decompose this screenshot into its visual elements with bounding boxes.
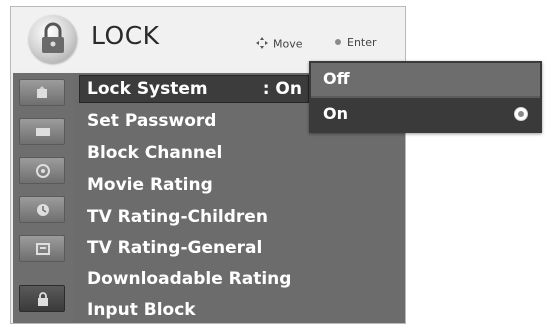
menu-item-input-block[interactable]: Input Block — [87, 300, 196, 320]
lock-category-button[interactable] — [19, 285, 65, 312]
lock-system-label: Lock System — [87, 79, 208, 99]
option-on[interactable]: On — [311, 98, 540, 131]
menu-item-block-channel[interactable]: Block Channel — [87, 143, 222, 163]
menu-item-set-password[interactable]: Set Password — [87, 111, 216, 131]
screen-icon — [36, 128, 50, 136]
lock-system-options-popup: Off On — [309, 61, 542, 133]
selected-radio-icon — [514, 107, 528, 121]
menu-item-lock-system[interactable]: Lock System : On — [79, 75, 309, 103]
menu-item-downloadable-rating[interactable]: Downloadable Rating — [87, 269, 291, 289]
category-sidebar — [13, 73, 73, 323]
option-icon — [36, 243, 50, 255]
time-category-button[interactable] — [19, 196, 65, 223]
time-icon — [37, 204, 49, 216]
enter-dot-icon — [333, 37, 343, 50]
move-hint-label: Move — [273, 37, 303, 51]
lock-menu-panel: LOCK Move Enter Lock System: On Set Pas… — [10, 6, 406, 324]
option-on-label: On — [323, 104, 348, 123]
menu-item-movie-rating[interactable]: Movie Rating — [87, 175, 213, 195]
picture-category-button[interactable] — [19, 79, 65, 106]
lock-emblem-icon — [29, 15, 77, 63]
screen-category-button[interactable] — [19, 118, 65, 145]
audio-icon — [36, 164, 50, 178]
page-title: LOCK — [91, 21, 160, 50]
move-arrows-icon — [255, 36, 269, 53]
move-hint: Move — [255, 36, 303, 53]
picture-icon — [37, 86, 47, 98]
audio-category-button[interactable] — [19, 157, 65, 184]
option-off-label: Off — [323, 69, 350, 88]
lock-system-value: : On — [262, 79, 302, 99]
option-off[interactable]: Off — [311, 63, 540, 96]
enter-hint-label: Enter — [347, 36, 377, 49]
option-category-button[interactable] — [19, 235, 65, 262]
menu-item-tv-rating-general[interactable]: TV Rating-General — [87, 238, 262, 258]
menu-item-tv-rating-children[interactable]: TV Rating-Children — [87, 207, 268, 227]
lock-icon — [38, 292, 48, 306]
enter-hint: Enter — [333, 36, 377, 50]
